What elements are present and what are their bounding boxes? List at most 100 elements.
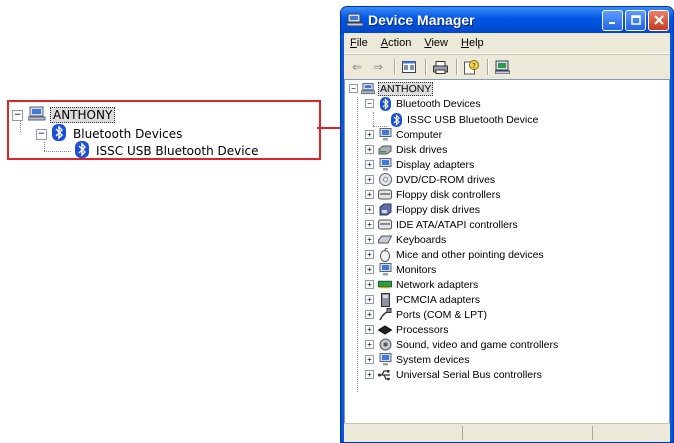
tree-node-label: Keyboards: [396, 233, 447, 246]
collapse-icon[interactable]: −: [349, 84, 358, 93]
mouse-icon: [378, 247, 392, 262]
expand-icon[interactable]: +: [365, 175, 374, 184]
callout-root-label: ANTHONY: [50, 107, 116, 123]
tree-node-keyboards[interactable]: + Keyboards: [365, 232, 447, 247]
menu-help[interactable]: Help: [461, 37, 484, 49]
tree-node-monitors[interactable]: + Monitors: [365, 262, 437, 277]
expand-icon[interactable]: +: [365, 355, 374, 364]
expand-icon[interactable]: +: [365, 220, 374, 229]
tree-node-mice-and-other-pointing-devices[interactable]: + Mice and other pointing devices: [365, 247, 545, 262]
expand-icon[interactable]: +: [365, 310, 374, 319]
help-icon[interactable]: ?: [462, 58, 480, 76]
tree-node-ide-ata-atapi-controllers[interactable]: + IDE ATA/ATAPI controllers: [365, 217, 519, 232]
maximize-button[interactable]: [625, 9, 646, 31]
tree-node-universal-serial-bus-controllers[interactable]: + Universal Serial Bus controllers: [365, 367, 543, 382]
tree-node-label: Universal Serial Bus controllers: [396, 368, 542, 381]
tree-node-ports-com-lpt[interactable]: + Ports (COM & LPT): [365, 307, 488, 322]
expand-icon[interactable]: +: [365, 265, 374, 274]
toolbar: ⇐ ⇒ ?: [344, 54, 670, 80]
tree-node-processors[interactable]: + Processors: [365, 322, 450, 337]
controller-icon: [378, 188, 392, 202]
print-icon[interactable]: [431, 58, 449, 76]
computer-icon: [361, 82, 375, 96]
collapse-icon: −: [36, 128, 47, 140]
bluetooth-icon: [389, 112, 403, 127]
title-bar[interactable]: Device Manager: [341, 7, 673, 33]
status-bar: [344, 423, 670, 442]
tree-node-network-adapters[interactable]: + Network adapters: [365, 277, 479, 292]
tree-node-label: ISSC USB Bluetooth Device: [407, 113, 539, 126]
tree-node-floppy-disk-drives[interactable]: + Floppy disk drives: [365, 202, 481, 217]
expand-icon[interactable]: +: [365, 235, 374, 244]
bluetooth-icon: [75, 141, 89, 158]
status-bar-divider: [462, 426, 463, 440]
callout-category-label: Bluetooth Devices: [73, 127, 183, 141]
pcmcia-icon: [378, 292, 392, 307]
expand-icon[interactable]: +: [365, 280, 374, 289]
tree-node-floppy-disk-controllers[interactable]: + Floppy disk controllers: [365, 187, 501, 202]
zoom-callout: − ANTHONY − Bluetooth Devices ISSC USB B…: [7, 100, 321, 160]
device-manager-icon: [346, 13, 364, 27]
expand-icon[interactable]: +: [365, 130, 374, 139]
tree-node-label: Disk drives: [396, 143, 448, 156]
processor-icon: [378, 323, 392, 337]
tree-node-system-devices[interactable]: + System devices: [365, 352, 471, 367]
tree-node-label: Ports (COM & LPT): [396, 308, 488, 321]
tree-node-issc-usb-bluetooth-device[interactable]: ISSC USB Bluetooth Device: [389, 112, 539, 127]
device-tree[interactable]: − ANTHONY − Bluetooth Devices ISSC USB B…: [344, 79, 670, 442]
menu-file[interactable]: File: [350, 37, 368, 49]
collapse-icon[interactable]: −: [365, 99, 374, 108]
tree-node-sound-video-and-game-controllers[interactable]: + Sound, video and game controllers: [365, 337, 559, 352]
sound-icon: [378, 338, 392, 352]
floppy-icon: [378, 203, 392, 217]
toolbar-separator: [425, 59, 427, 75]
expand-icon[interactable]: +: [365, 250, 374, 259]
close-button[interactable]: [648, 9, 669, 31]
tree-node-bluetooth-devices[interactable]: − Bluetooth Devices: [365, 96, 482, 111]
tree-node-display-adapters[interactable]: + Display adapters: [365, 157, 475, 172]
usb-icon: [378, 368, 392, 382]
expand-icon[interactable]: +: [365, 190, 374, 199]
expand-icon[interactable]: +: [365, 160, 374, 169]
tree-node-label: DVD/CD-ROM drives: [396, 173, 496, 186]
tree-node-label: Monitors: [396, 263, 437, 276]
expand-icon[interactable]: +: [365, 340, 374, 349]
minimize-button[interactable]: [602, 9, 623, 31]
expand-icon[interactable]: +: [365, 145, 374, 154]
expand-icon[interactable]: +: [365, 205, 374, 214]
expand-icon[interactable]: +: [365, 370, 374, 379]
system-icon: [378, 353, 392, 367]
device-manager-window: Device Manager File Action View Help ⇐ ⇒: [340, 6, 674, 443]
callout-root-row: − ANTHONY: [12, 106, 116, 124]
forward-arrow-icon[interactable]: ⇒: [369, 58, 387, 76]
collapse-icon: −: [12, 109, 23, 121]
menu-action[interactable]: Action: [381, 37, 412, 49]
computer-icon: [378, 128, 392, 142]
callout-device-label: ISSC USB Bluetooth Device: [96, 144, 259, 158]
tree-root-label: ANTHONY: [378, 81, 434, 96]
expand-icon[interactable]: +: [365, 295, 374, 304]
properties-icon[interactable]: [400, 58, 418, 76]
tree-node-label: PCMCIA adapters: [396, 293, 481, 306]
tree-node-pcmcia-adapters[interactable]: + PCMCIA adapters: [365, 292, 481, 307]
bluetooth-icon: [52, 124, 66, 144]
window-body: File Action View Help ⇐ ⇒ ? − ANTHONY − …: [344, 33, 670, 442]
port-icon: [378, 308, 392, 322]
tree-node-computer[interactable]: + Computer: [365, 127, 443, 142]
back-arrow-icon[interactable]: ⇐: [348, 58, 366, 76]
tree-root[interactable]: − ANTHONY: [349, 81, 434, 96]
cdrom-icon: [378, 173, 392, 187]
tree-node-label: System devices: [396, 353, 470, 366]
svg-text:?: ?: [472, 62, 476, 70]
tree-node-dvd-cdrom-drives[interactable]: + DVD/CD-ROM drives: [365, 172, 496, 187]
toolbar-separator: [456, 59, 458, 75]
scan-hardware-icon[interactable]: [493, 58, 511, 76]
disk-drive-icon: [378, 143, 392, 157]
callout-device-row: ISSC USB Bluetooth Device: [75, 141, 261, 158]
tree-guide-line: [357, 97, 358, 392]
expand-icon[interactable]: +: [365, 325, 374, 334]
toolbar-separator: [394, 59, 396, 75]
menu-view[interactable]: View: [424, 37, 448, 49]
tree-node-disk-drives[interactable]: + Disk drives: [365, 142, 448, 157]
tree-node-label: Network adapters: [396, 278, 479, 291]
